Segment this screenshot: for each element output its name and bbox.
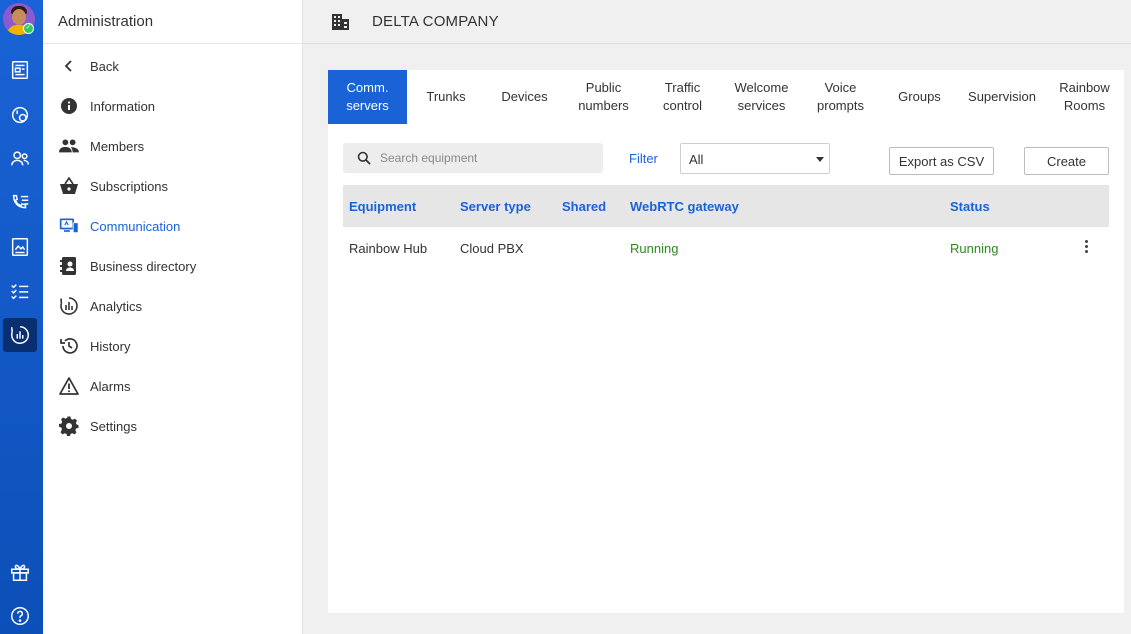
- cell-webrtc-status: Running: [630, 241, 679, 256]
- warning-icon: [59, 376, 79, 396]
- search-icon: [357, 151, 371, 165]
- nav-label: Settings: [90, 418, 137, 434]
- filter-label[interactable]: Filter: [629, 151, 658, 166]
- rail-dial[interactable]: [3, 98, 37, 132]
- search-input[interactable]: [380, 143, 595, 173]
- nav-settings[interactable]: Settings: [43, 406, 303, 446]
- document-icon: [11, 238, 29, 256]
- nav-label: Back: [90, 58, 119, 74]
- column-shared[interactable]: Shared: [562, 199, 606, 214]
- tab-rainbow-rooms[interactable]: Rainbow Rooms: [1045, 70, 1124, 124]
- admin-panel: Administration Back Information Members …: [43, 0, 303, 634]
- info-icon: [59, 96, 79, 116]
- building-icon: [332, 14, 349, 30]
- avatar-face: [12, 9, 26, 25]
- nav-analytics[interactable]: Analytics: [43, 286, 303, 326]
- panel-title: Administration: [43, 0, 302, 44]
- tab-devices[interactable]: Devices: [485, 70, 564, 124]
- basket-icon: [59, 176, 79, 196]
- cell-status: Running: [950, 241, 999, 256]
- tab-groups[interactable]: Groups: [880, 70, 959, 124]
- nav-label: Members: [90, 138, 145, 154]
- dashboard-icon: [11, 326, 29, 344]
- nav-label: Subscriptions: [90, 178, 169, 194]
- rail-documents[interactable]: [3, 230, 37, 264]
- chevron-left-icon: [59, 56, 79, 76]
- search-box: [343, 143, 603, 173]
- nav-history[interactable]: History: [43, 326, 303, 366]
- nav-label: Business directory: [90, 258, 197, 274]
- company-name: DELTA COMPANY: [372, 13, 499, 30]
- communication-icon: [59, 216, 79, 236]
- rail-tasks[interactable]: [3, 274, 37, 308]
- nav-members[interactable]: Members: [43, 126, 303, 166]
- table-header: Equipment Server type Shared WebRTC gate…: [343, 185, 1109, 227]
- top-bar: DELTA COMPANY: [303, 0, 1131, 44]
- tab-supervision[interactable]: Supervision: [959, 70, 1045, 124]
- column-equipment[interactable]: Equipment: [349, 199, 416, 214]
- people-icon: [59, 136, 79, 156]
- directory-icon: [59, 256, 79, 276]
- create-button[interactable]: Create: [1024, 147, 1109, 175]
- analytics-icon: [59, 296, 79, 316]
- dial-clock-icon: [11, 106, 29, 124]
- gear-icon: [59, 416, 79, 436]
- filter-select-value: All: [689, 152, 704, 167]
- nav-label: Communication: [90, 218, 181, 234]
- nav-subscriptions[interactable]: Subscriptions: [43, 166, 303, 206]
- column-status[interactable]: Status: [950, 199, 990, 214]
- rail-news[interactable]: [3, 53, 37, 87]
- caret-down-icon: [816, 157, 824, 162]
- nav-label: Analytics: [90, 298, 143, 314]
- cell-equipment: Rainbow Hub: [349, 241, 428, 256]
- gift-icon: [11, 564, 29, 581]
- nav-label: Alarms: [90, 378, 131, 394]
- nav-alarms[interactable]: Alarms: [43, 366, 303, 406]
- nav-label: History: [90, 338, 131, 354]
- contacts-icon: [11, 151, 29, 166]
- column-webrtc-gateway[interactable]: WebRTC gateway: [630, 199, 739, 214]
- tab-traffic-control[interactable]: Traffic control: [643, 70, 722, 124]
- table-row[interactable]: Rainbow Hub Cloud PBX Running Running: [343, 227, 1109, 269]
- rail-help[interactable]: [3, 599, 37, 633]
- tab-bar: Comm. servers Trunks Devices Public numb…: [328, 70, 1124, 124]
- rail-calls[interactable]: [3, 186, 37, 220]
- tab-comm-servers[interactable]: Comm. servers: [328, 70, 407, 124]
- tab-trunks[interactable]: Trunks: [407, 70, 485, 124]
- presence-check-icon: ✓: [23, 23, 34, 34]
- news-icon: [11, 61, 29, 79]
- column-server-type[interactable]: Server type: [460, 199, 531, 214]
- rail-contacts[interactable]: [3, 142, 37, 176]
- more-options-icon[interactable]: [1083, 240, 1089, 256]
- nav-communication[interactable]: Communication: [43, 206, 303, 246]
- app-rail: ✓: [0, 0, 43, 634]
- filter-select[interactable]: All: [680, 143, 830, 174]
- tab-welcome-services[interactable]: Welcome services: [722, 70, 801, 124]
- rail-gift[interactable]: [3, 555, 37, 589]
- export-csv-button[interactable]: Export as CSV: [889, 147, 994, 175]
- checklist-icon: [11, 284, 29, 300]
- tab-public-numbers[interactable]: Public numbers: [564, 70, 643, 124]
- nav-label: Information: [90, 98, 156, 114]
- rail-administration[interactable]: [3, 318, 37, 352]
- nav-back[interactable]: Back: [43, 46, 303, 86]
- help-icon: [11, 607, 29, 625]
- tab-voice-prompts[interactable]: Voice prompts: [801, 70, 880, 124]
- phone-list-icon: [12, 194, 29, 209]
- cell-server-type: Cloud PBX: [460, 241, 524, 256]
- history-icon: [59, 336, 79, 356]
- content-card: Comm. servers Trunks Devices Public numb…: [328, 70, 1124, 613]
- nav-information[interactable]: Information: [43, 86, 303, 126]
- nav-business-directory[interactable]: Business directory: [43, 246, 303, 286]
